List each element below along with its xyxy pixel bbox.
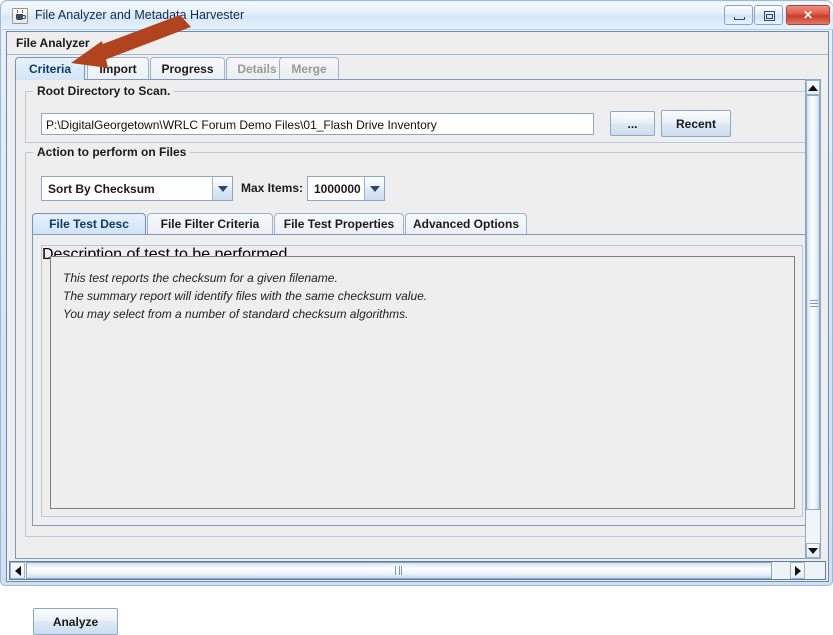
action-select[interactable]: Sort By Checksum [41,176,233,201]
action-group-legend: Action to perform on Files [33,145,190,159]
description-line: This test reports the checksum for a giv… [63,269,794,287]
root-directory-group: Root Directory to Scan. P:\DigitalGeorge… [25,91,813,143]
close-icon: ✕ [787,6,829,24]
vertical-scrollbar[interactable] [805,79,821,559]
tab-file-test-properties[interactable]: File Test Properties [274,213,404,234]
menu-bar: File Analyzer [7,32,828,55]
chevron-down-icon [212,177,232,200]
triangle-right-icon [795,566,801,576]
triangle-up-icon [808,85,818,91]
tab-merge[interactable]: Merge [279,57,339,79]
max-items-value: 1000000 [308,177,364,200]
inner-tab-strip: File Test Desc File Filter Criteria File… [32,213,806,234]
triangle-down-icon [808,548,818,554]
criteria-tab-panel: Root Directory to Scan. P:\DigitalGeorge… [15,79,821,559]
minimize-icon [734,17,745,20]
scroll-right-button[interactable] [790,562,805,579]
grip-icon [395,566,402,575]
description-line: The summary report will identify files w… [63,287,794,305]
analyze-button[interactable]: Analyze [33,608,118,635]
tab-progress[interactable]: Progress [150,57,225,79]
menu-bar-label: File Analyzer [16,36,90,50]
vertical-scrollbar-thumb[interactable] [806,95,820,510]
description-line: You may select from a number of standard… [63,305,794,323]
application-window: File Analyzer and Metadata Harvester ✕ F… [0,0,833,586]
title-bar: File Analyzer and Metadata Harvester ✕ [2,2,833,30]
main-tab-strip: Criteria Import Progress Details Merge [15,57,805,79]
chevron-down-icon [364,177,384,200]
max-items-label: Max Items: [241,181,303,195]
file-test-desc-panel: Description of test to be performed This… [32,234,810,526]
scroll-left-button[interactable] [10,562,25,579]
root-directory-input[interactable]: P:\DigitalGeorgetown\WRLC Forum Demo Fil… [41,113,594,135]
triangle-left-icon [15,566,21,576]
description-group: Description of test to be performed This… [41,245,803,517]
tab-file-test-desc[interactable]: File Test Desc [32,213,146,234]
close-button[interactable]: ✕ [786,5,830,25]
tab-advanced-options[interactable]: Advanced Options [405,213,527,234]
horizontal-scrollbar-thumb[interactable] [26,562,772,579]
browse-button[interactable]: ... [610,111,655,136]
client-area: File Analyzer Criteria Import Progress D… [6,31,829,582]
window-title: File Analyzer and Metadata Harvester [35,8,244,22]
scroll-up-button[interactable] [806,80,820,95]
tab-criteria[interactable]: Criteria [15,57,85,80]
recent-button[interactable]: Recent [661,110,731,137]
minimize-button[interactable] [724,5,753,25]
grip-icon [810,300,818,307]
max-items-select[interactable]: 1000000 [307,176,385,201]
action-select-value: Sort By Checksum [42,177,212,200]
scroll-down-button[interactable] [806,543,820,558]
maximize-button[interactable] [754,5,783,25]
description-text-area: This test reports the checksum for a giv… [50,256,795,509]
horizontal-scrollbar[interactable] [9,561,826,580]
tab-import[interactable]: Import [87,57,149,79]
action-group: Action to perform on Files Sort By Check… [25,152,813,537]
tab-file-filter-criteria[interactable]: File Filter Criteria [147,213,273,234]
java-coffee-cup-icon [12,8,28,24]
root-directory-legend: Root Directory to Scan. [33,84,174,98]
